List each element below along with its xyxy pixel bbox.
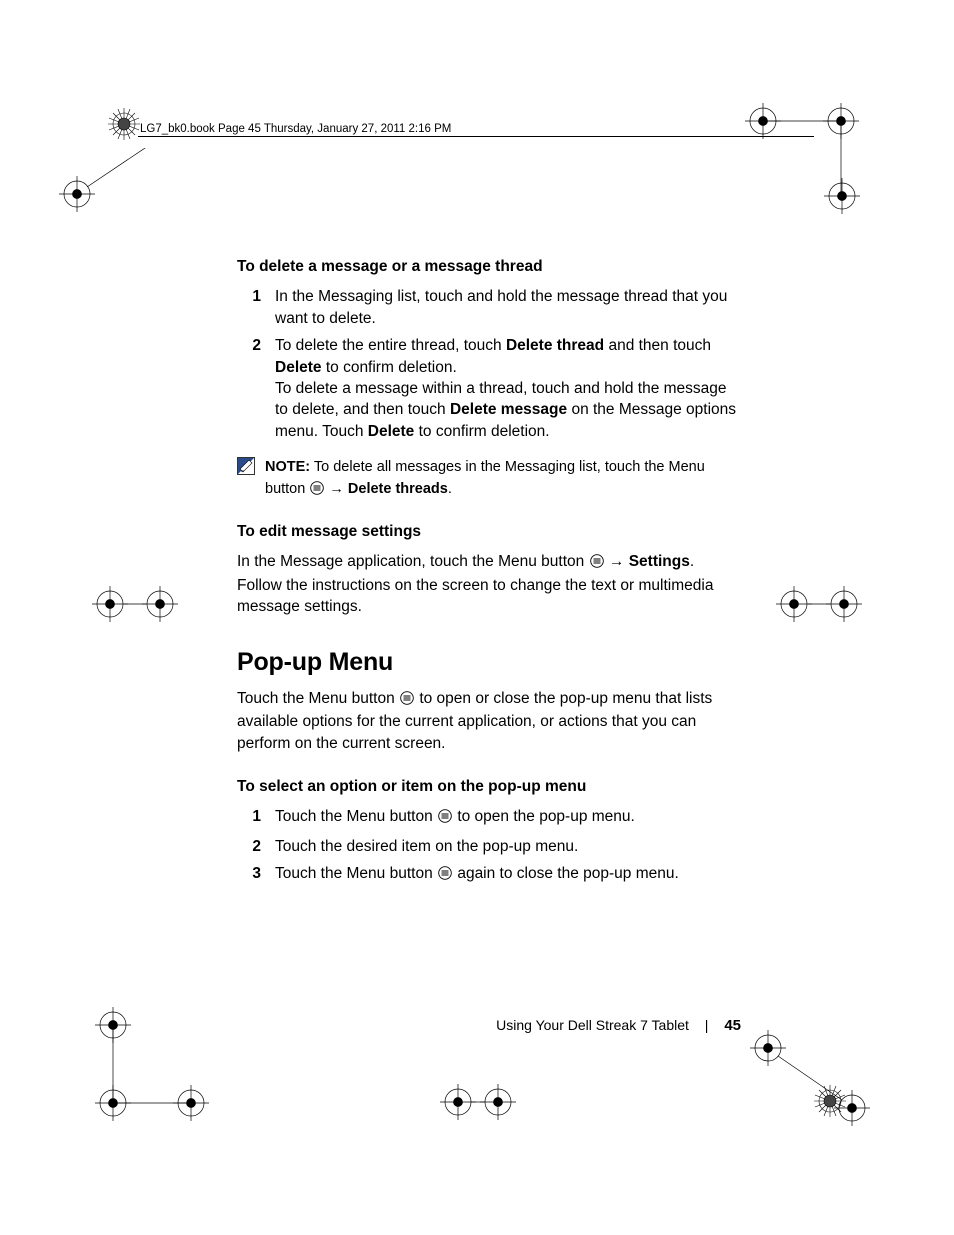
ordered-list-popup: 1 Touch the Menu button to open the pop-… — [237, 806, 741, 886]
heading-select-option: To select an option or item on the pop-u… — [237, 776, 741, 797]
step-body: Touch the desired item on the pop-up men… — [275, 836, 741, 857]
step-number: 1 — [237, 286, 275, 329]
text: to confirm deletion. — [414, 423, 549, 440]
menu-button-icon — [310, 480, 324, 502]
text: to confirm deletion. — [322, 359, 457, 376]
ordered-list-delete: 1 In the Messaging list, touch and hold … — [237, 286, 741, 442]
bold: Delete — [275, 359, 322, 376]
text: to open the pop-up menu. — [453, 808, 635, 825]
step-body: Touch the Menu button again to close the… — [275, 863, 741, 886]
registration-target-icon — [824, 178, 860, 214]
page: LG7_bk0.book Page 45 Thursday, January 2… — [0, 0, 954, 1235]
text: Touch the Menu button — [237, 690, 399, 707]
step-number: 1 — [237, 806, 275, 829]
list-item: 2 Touch the desired item on the pop-up m… — [237, 836, 741, 857]
list-item: 1 In the Messaging list, touch and hold … — [237, 286, 741, 329]
page-number: 45 — [724, 1017, 741, 1034]
step-number: 2 — [237, 836, 275, 857]
registration-sunburst-icon — [106, 106, 142, 142]
step-body: Touch the Menu button to open the pop-up… — [275, 806, 741, 829]
paragraph: In the Message application, touch the Me… — [237, 551, 741, 617]
registration-target-icon — [746, 1026, 876, 1136]
note-block: NOTE: To delete all messages in the Mess… — [237, 456, 741, 503]
text: In the Message application, touch the Me… — [237, 553, 589, 570]
bold: Delete thread — [506, 337, 604, 354]
text: Touch the Menu button — [275, 808, 437, 825]
registration-target-icon — [440, 1084, 516, 1120]
registration-target-icon — [742, 100, 862, 200]
note-label: NOTE: — [265, 459, 310, 475]
page-content: To delete a message or a message thread … — [237, 256, 741, 901]
menu-button-icon — [438, 808, 452, 829]
chapter-title: Using Your Dell Streak 7 Tablet — [496, 1017, 689, 1033]
menu-button-icon — [438, 865, 452, 886]
menu-button-icon — [400, 690, 414, 711]
bold: Delete threads — [348, 481, 448, 497]
bold: Delete message — [450, 401, 567, 418]
note-body: NOTE: To delete all messages in the Mess… — [265, 456, 741, 503]
step-body: In the Messaging list, touch and hold th… — [275, 286, 741, 329]
arrow: → — [329, 481, 344, 497]
step-body: To delete the entire thread, touch Delet… — [275, 335, 741, 442]
heading-edit-settings: To edit message settings — [237, 521, 741, 542]
registration-target-icon — [776, 586, 862, 622]
step-number: 2 — [237, 335, 275, 442]
page-footer: Using Your Dell Streak 7 Tablet | 45 — [0, 1016, 741, 1037]
note-icon — [237, 457, 255, 475]
step-number: 3 — [237, 863, 275, 886]
list-item: 1 Touch the Menu button to open the pop-… — [237, 806, 741, 829]
registration-target-icon — [92, 586, 178, 622]
list-item: 3 Touch the Menu button again to close t… — [237, 863, 741, 886]
registration-sunburst-icon — [812, 1083, 848, 1119]
text: . — [448, 481, 452, 497]
bold: Settings — [629, 553, 690, 570]
text: Touch the Menu button — [275, 865, 437, 882]
section-title-popup: Pop-up Menu — [237, 645, 741, 680]
heading-delete-thread: To delete a message or a message thread — [237, 256, 741, 277]
text: again to close the pop-up menu. — [453, 865, 679, 882]
paragraph: Touch the Menu button to open or close t… — [237, 688, 741, 754]
footer-separator: | — [705, 1017, 709, 1033]
bold: Delete — [368, 423, 415, 440]
text: To delete the entire thread, touch — [275, 337, 506, 354]
crop-header-rule — [138, 136, 814, 137]
list-item: 2 To delete the entire thread, touch Del… — [237, 335, 741, 442]
menu-button-icon — [590, 553, 604, 574]
text: and then touch — [604, 337, 711, 354]
arrow: → — [609, 553, 625, 570]
registration-target-icon — [53, 148, 183, 218]
